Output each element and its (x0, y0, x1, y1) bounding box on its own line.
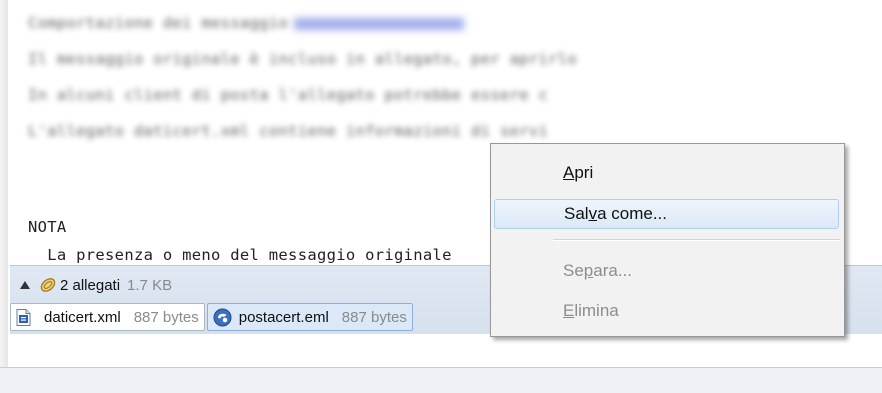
menu-accelerator: E (563, 301, 575, 320)
menu-accelerator: p (583, 261, 594, 280)
status-bar (0, 367, 882, 393)
menu-label-part: Sal (564, 204, 589, 223)
attachment-name: daticert.xml (44, 308, 121, 326)
menu-label-part: Se (563, 261, 584, 280)
attachment-header[interactable]: 2 allegati 1.7 KB (20, 274, 172, 296)
menu-item-separa[interactable]: Se p ara... (494, 256, 839, 286)
eml-file-icon (213, 308, 232, 326)
nota-line: La presenza o meno del messaggio origina… (28, 246, 452, 264)
attachment-item-daticert[interactable]: daticert.xml 887 bytes (10, 303, 205, 331)
blurred-link[interactable] (294, 17, 465, 30)
mail-window: Comportazione dei messaggio Il messaggio… (0, 0, 882, 393)
message-line-2: In alcuni client di posta l'allegato pot… (28, 86, 549, 104)
attachment-list: daticert.xml 887 bytes postacert.eml 887… (10, 303, 415, 331)
attachment-total-size: 1.7 KB (127, 276, 173, 294)
collapse-triangle-icon[interactable] (20, 281, 30, 289)
attachment-item-postacert[interactable]: postacert.eml 887 bytes (206, 303, 413, 331)
attachment-name: postacert.eml (238, 308, 329, 326)
context-menu: Apri Sal v a come... Se p ara... Elimina (490, 143, 845, 337)
attachment-size: 887 bytes (341, 308, 407, 326)
menu-accelerator: v (588, 204, 598, 223)
menu-item-elimina[interactable]: Elimina (494, 296, 839, 326)
window-left-edge (0, 0, 8, 392)
menu-label-part: limina (574, 301, 619, 320)
menu-accelerator: A (563, 163, 575, 182)
message-line-1: Il messaggio originale è incluso in alle… (28, 50, 578, 68)
attachment-size: 887 bytes (133, 308, 199, 326)
menu-item-apri[interactable]: Apri (494, 158, 839, 188)
xml-file-icon (16, 308, 31, 326)
menu-separator (553, 239, 840, 241)
menu-item-salva-come[interactable]: Sal v a come... (494, 199, 839, 229)
menu-label-part: ara... (593, 261, 633, 280)
menu-label-part: pri (574, 163, 594, 182)
nota-heading: NOTA (28, 218, 67, 236)
menu-label-part: a come... (597, 204, 667, 223)
paperclip-icon (40, 278, 56, 292)
message-line-3: L'allegato daticert.xml contiene informa… (28, 122, 549, 140)
message-line-0: Comportazione dei messaggio (28, 14, 465, 32)
attachment-count: 2 allegati (60, 276, 121, 294)
